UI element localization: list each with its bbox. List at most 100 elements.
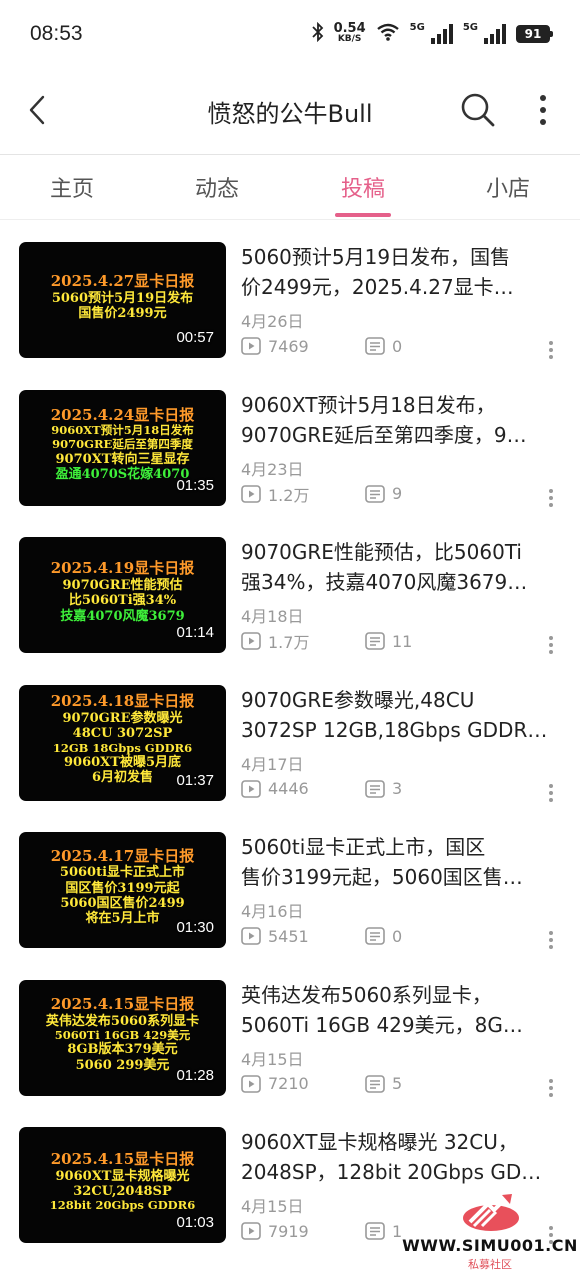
video-item[interactable]: 2025.4.15显卡日报 英伟达发布5060系列显卡 5060Ti 16GB 42…	[0, 958, 580, 1105]
tab-home[interactable]: 主页	[22, 171, 122, 203]
thumbnail-text: 5060 299美元	[75, 1057, 170, 1073]
thumbnail-text: 5060Ti 16GB 429美元	[54, 1027, 191, 1042]
network-speed-unit: KB/S	[337, 34, 362, 44]
tab-dynamics[interactable]: 动态	[167, 171, 267, 203]
play-count-value: 7210	[268, 1074, 309, 1093]
thumbnail-text: 2025.4.15显卡日报	[50, 1150, 195, 1169]
thumbnail-text: 英伟达发布5060系列显卡	[45, 1013, 200, 1029]
comment-count-value: 11	[392, 631, 413, 651]
thumbnail-text: 9060XT被曝5月底	[64, 755, 181, 771]
video-thumbnail[interactable]: 2025.4.15显卡日报 9060XT显卡规格曝光 32CU,2048SP 128b…	[19, 1127, 226, 1243]
search-button[interactable]	[458, 90, 498, 130]
video-title[interactable]: 英伟达发布5060系列显卡， 5060Ti 16GB 429美元，8G…	[241, 980, 555, 1040]
comment-count: 1	[365, 1222, 402, 1241]
network-speed: 0.54 KB/S	[334, 22, 366, 45]
play-icon	[241, 632, 261, 650]
play-icon	[241, 337, 261, 355]
signal-icon	[484, 24, 506, 44]
video-date: 4月17日	[241, 754, 304, 774]
play-count: 7469	[241, 337, 365, 356]
thumbnail-text: 2025.4.15显卡日报	[50, 994, 195, 1013]
video-thumbnail[interactable]: 2025.4.19显卡日报 9070GRE性能预估 比5060Ti强34% 技嘉407…	[19, 537, 226, 653]
video-thumbnail[interactable]: 2025.4.27显卡日报 5060预计5月19日发布 国售价2499元 00:57	[19, 242, 226, 358]
thumbnail-text: 2025.4.19显卡日报	[50, 559, 195, 578]
thumbnail-text: 2025.4.24显卡日报	[50, 405, 195, 424]
video-title-line: 9070GRE性能预估，比5060Ti	[241, 540, 522, 564]
video-duration: 01:37	[176, 771, 214, 789]
thumbnail-text: 2025.4.27显卡日报	[50, 271, 195, 290]
play-count-value: 1.2万	[268, 485, 310, 505]
video-date: 4月15日	[241, 1049, 304, 1069]
item-more-icon[interactable]	[546, 1076, 556, 1100]
video-title[interactable]: 9060XT预计5月18日发布， 9070GRE延后至第四季度，9…	[241, 390, 555, 450]
comment-count: 0	[365, 337, 402, 356]
video-title[interactable]: 9070GRE性能预估，比5060Ti 强34%，技嘉4070风魔3679…	[241, 537, 555, 597]
video-title[interactable]: 5060ti显卡正式上市，国区 售价3199元起，5060国区售…	[241, 832, 555, 892]
video-title-line: 9060XT预计5月18日发布，	[241, 392, 496, 417]
watermark-url: WWW.SIMU001.CN	[402, 1236, 578, 1255]
video-item[interactable]: 2025.4.17显卡日报 5060ti显卡正式上市 国区售价3199元起 5060国…	[0, 810, 580, 957]
video-item[interactable]: 2025.4.19显卡日报 9070GRE性能预估 比5060Ti强34% 技嘉407…	[0, 515, 580, 662]
tab-shop[interactable]: 小店	[458, 171, 558, 203]
thumbnail-text: 48CU 3072SP	[72, 726, 173, 742]
thumbnail-text: 32CU,2048SP	[73, 1184, 172, 1200]
video-date: 4月18日	[241, 607, 304, 626]
video-duration: 00:57	[176, 329, 214, 346]
video-title[interactable]: 9070GRE参数曝光,48CU 3072SP 12GB,18Gbps GDDR…	[241, 685, 555, 745]
video-thumbnail[interactable]: 2025.4.17显卡日报 5060ti显卡正式上市 国区售价3199元起 5060国…	[19, 832, 226, 948]
thumbnail-text: 9060XT预计5月18日发布	[51, 423, 194, 438]
tab-bar: 主页 动态 投稿 小店	[0, 155, 580, 219]
video-title[interactable]: 9060XT显卡规格曝光 32CU， 2048SP，128bit 20Gbps G…	[241, 1127, 555, 1187]
play-count-value: 7919	[268, 1221, 309, 1241]
search-icon	[461, 93, 495, 127]
more-button[interactable]	[530, 90, 556, 130]
video-duration: 01:03	[176, 1214, 214, 1231]
thumbnail-text: 5060预计5月19日发布	[51, 290, 194, 306]
video-stats: 4446 3	[241, 777, 561, 801]
video-date: 4月26日	[241, 312, 304, 331]
thumbnail-text: 128bit 20Gbps GDDR6	[49, 1198, 196, 1213]
video-title-line: 英伟达发布5060系列显卡，	[241, 982, 492, 1007]
comment-count-value: 0	[392, 336, 403, 356]
comment-count: 11	[365, 632, 412, 651]
video-thumbnail[interactable]: 2025.4.18显卡日报 9070GRE参数曝光 48CU 3072SP 12GB …	[19, 684, 226, 801]
video-stats: 7210 5	[241, 1072, 561, 1096]
comment-count: 0	[365, 927, 402, 946]
video-item[interactable]: 2025.4.24显卡日报 9060XT预计5月18日发布 9070GRE延后至第四…	[0, 368, 580, 515]
thumbnail-text: 比5060Ti强34%	[68, 593, 177, 609]
item-more-icon[interactable]	[546, 338, 556, 362]
comment-icon	[365, 1074, 385, 1093]
network-type-1: 5G	[409, 22, 425, 33]
item-more-icon[interactable]	[546, 928, 556, 952]
item-more-icon[interactable]	[546, 633, 556, 657]
video-title-line: 9070GRE参数曝光,48CU	[241, 687, 475, 712]
video-stats: 7469 0	[241, 334, 561, 358]
play-count-value: 7469	[268, 336, 309, 356]
play-count-value: 1.7万	[268, 633, 310, 652]
item-more-icon[interactable]	[546, 486, 556, 510]
thumbnail-text: 国区售价3199元起	[65, 880, 180, 896]
video-thumbnail[interactable]: 2025.4.24显卡日报 9060XT预计5月18日发布 9070GRE延后至第四…	[19, 389, 226, 506]
header: 愤怒的公牛Bull	[0, 68, 580, 154]
play-count: 7919	[241, 1222, 365, 1241]
tab-submissions[interactable]: 投稿	[313, 171, 413, 203]
video-thumbnail[interactable]: 2025.4.15显卡日报 英伟达发布5060系列显卡 5060Ti 16GB 42…	[19, 979, 226, 1096]
wifi-icon	[376, 23, 400, 45]
watermark: WWW.SIMU001.CN 私募社区	[402, 1192, 578, 1272]
comment-icon	[365, 632, 385, 650]
watermark-subtitle: 私募社区	[468, 1258, 512, 1271]
video-duration: 01:35	[176, 476, 214, 494]
video-title-line: 3072SP 12GB,18Gbps GDDR…	[241, 717, 548, 742]
item-more-icon[interactable]	[546, 781, 556, 805]
video-item[interactable]: 2025.4.18显卡日报 9070GRE参数曝光 48CU 3072SP 12GB …	[0, 663, 580, 810]
video-title-line: 2048SP，128bit 20Gbps GD…	[241, 1160, 542, 1184]
video-title[interactable]: 5060预计5月19日发布，国售 价2499元，2025.4.27显卡…	[241, 242, 555, 302]
battery-icon: 91	[516, 25, 553, 43]
comment-icon	[365, 927, 385, 945]
thumbnail-text: 9070GRE延后至第四季度	[52, 437, 193, 452]
thumbnail-text: 9070XT转向三星显存	[55, 451, 190, 467]
status-time: 08:53	[30, 22, 83, 45]
video-item[interactable]: 2025.4.27显卡日报 5060预计5月19日发布 国售价2499元 00:57 5…	[0, 220, 580, 367]
comment-count: 5	[365, 1074, 402, 1093]
video-title-line: 5060Ti 16GB 429美元，8G…	[241, 1012, 523, 1037]
